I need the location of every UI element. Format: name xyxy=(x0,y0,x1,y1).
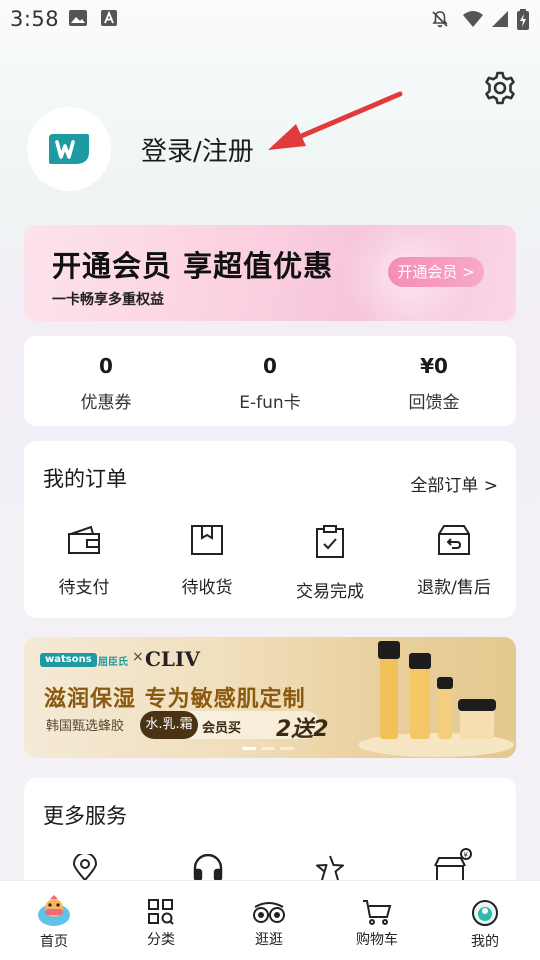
headset-icon[interactable] xyxy=(192,854,224,880)
member-banner-title: 开通会员 享超值优惠 xyxy=(52,249,334,283)
wifi-icon xyxy=(463,11,483,27)
signal-icon xyxy=(492,11,508,27)
wallet-icon xyxy=(68,525,100,554)
order-label: 交易完成 xyxy=(296,582,364,602)
tab-label: 逛逛 xyxy=(255,932,283,948)
stat-value: ¥0 xyxy=(420,354,448,378)
stat-label: 优惠券 xyxy=(80,393,132,413)
member-banner-subtitle: 一卡畅享多重权益 xyxy=(52,292,164,308)
stats-card: 0 优惠券 0 E-fun卡 ¥0 回馈金 xyxy=(24,336,516,426)
cliv-brand: CLIV xyxy=(145,647,200,671)
order-refund[interactable]: 退款/售后 xyxy=(404,525,504,598)
tab-label: 购物车 xyxy=(356,932,398,948)
promo-tag-offer: 2送2 xyxy=(276,717,329,742)
carousel-dot xyxy=(280,747,294,750)
tab-cart[interactable]: 购物车 xyxy=(323,881,431,960)
member-banner[interactable]: 开通会员 享超值优惠 一卡畅享多重权益 开通会员 > xyxy=(24,225,516,321)
promo-title: 滋润保湿 专为敏感肌定制 xyxy=(44,687,306,712)
all-orders-link[interactable]: 全部订单 > xyxy=(410,471,498,496)
image-icon xyxy=(69,10,87,26)
cart-icon xyxy=(363,900,392,925)
category-icon xyxy=(148,899,174,925)
shop-yuan-icon[interactable]: ¥ xyxy=(434,848,474,880)
order-pending-receipt[interactable]: 待收货 xyxy=(157,525,257,598)
watsons-brand-chinese: 屈臣氏 xyxy=(98,657,128,668)
stat-label: E-fun卡 xyxy=(239,393,301,413)
order-label: 待支付 xyxy=(58,578,110,598)
font-icon xyxy=(101,10,117,26)
open-membership-button[interactable]: 开通会员 > xyxy=(388,257,484,287)
carousel-dot xyxy=(261,747,275,750)
watsons-brand-badge: watsons xyxy=(40,653,97,667)
order-pending-payment[interactable]: 待支付 xyxy=(34,525,134,598)
location-pin-icon[interactable] xyxy=(70,854,100,880)
order-completed[interactable]: 交易完成 xyxy=(280,525,380,602)
promo-subtitle: 韩国甄选蜂胶 xyxy=(46,719,125,734)
tab-explore[interactable]: 逛逛 xyxy=(215,881,323,960)
tab-label: 首页 xyxy=(40,934,68,950)
promo-tag-products: 水.乳.霜 xyxy=(140,711,198,739)
order-label: 待收货 xyxy=(181,578,233,598)
explore-icon xyxy=(253,902,285,923)
stat-label: 回馈金 xyxy=(408,393,460,413)
stat-cashback[interactable]: ¥0 回馈金 xyxy=(374,354,494,413)
clipboard-check-icon xyxy=(316,525,344,558)
status-bar: 3:58 xyxy=(0,0,540,38)
promo-tag-text: 会员买 xyxy=(202,721,242,736)
settings-gear-icon[interactable] xyxy=(482,70,518,106)
tab-profile[interactable]: 我的 xyxy=(431,881,539,960)
avatar[interactable] xyxy=(27,107,111,191)
battery-icon xyxy=(517,9,529,30)
stat-value: 0 xyxy=(263,354,277,378)
status-time: 3:58 xyxy=(10,7,60,31)
tab-category[interactable]: 分类 xyxy=(107,881,215,960)
home-mascot-icon xyxy=(38,895,70,926)
stat-value: 0 xyxy=(99,354,113,378)
login-register-link[interactable]: 登录/注册 xyxy=(141,131,254,168)
tab-home[interactable]: 首页 xyxy=(0,881,108,960)
order-label: 退款/售后 xyxy=(417,578,491,598)
profile-icon xyxy=(472,900,498,926)
services-title: 更多服务 xyxy=(43,804,127,828)
star-icon[interactable] xyxy=(314,854,346,880)
svg-text:¥: ¥ xyxy=(464,851,469,859)
tab-label: 分类 xyxy=(147,932,175,948)
promo-collab-x: × xyxy=(132,649,144,665)
watsons-logo-icon xyxy=(49,134,89,164)
stat-coupons[interactable]: 0 优惠券 xyxy=(46,354,166,413)
promo-banner[interactable]: watsons 屈臣氏 × CLIV 滋润保湿 专为敏感肌定制 韩国甄选蜂胶 水… xyxy=(24,637,516,758)
stat-efun-card[interactable]: 0 E-fun卡 xyxy=(210,354,330,413)
orders-title: 我的订单 xyxy=(43,467,127,491)
promo-product-image xyxy=(358,641,514,757)
return-box-icon xyxy=(438,525,470,555)
tab-label: 我的 xyxy=(471,934,499,950)
bottom-tab-bar: 首页 分类 逛逛 购物车 我的 xyxy=(0,880,540,960)
annotation-arrow-icon xyxy=(268,91,403,150)
mute-icon xyxy=(432,11,448,28)
carousel-dot xyxy=(242,747,256,750)
package-icon xyxy=(191,525,223,555)
carousel-indicator xyxy=(242,747,294,750)
orders-card: 我的订单 全部订单 > 待支付 待收货 交易完成 退款/售后 xyxy=(24,441,516,618)
